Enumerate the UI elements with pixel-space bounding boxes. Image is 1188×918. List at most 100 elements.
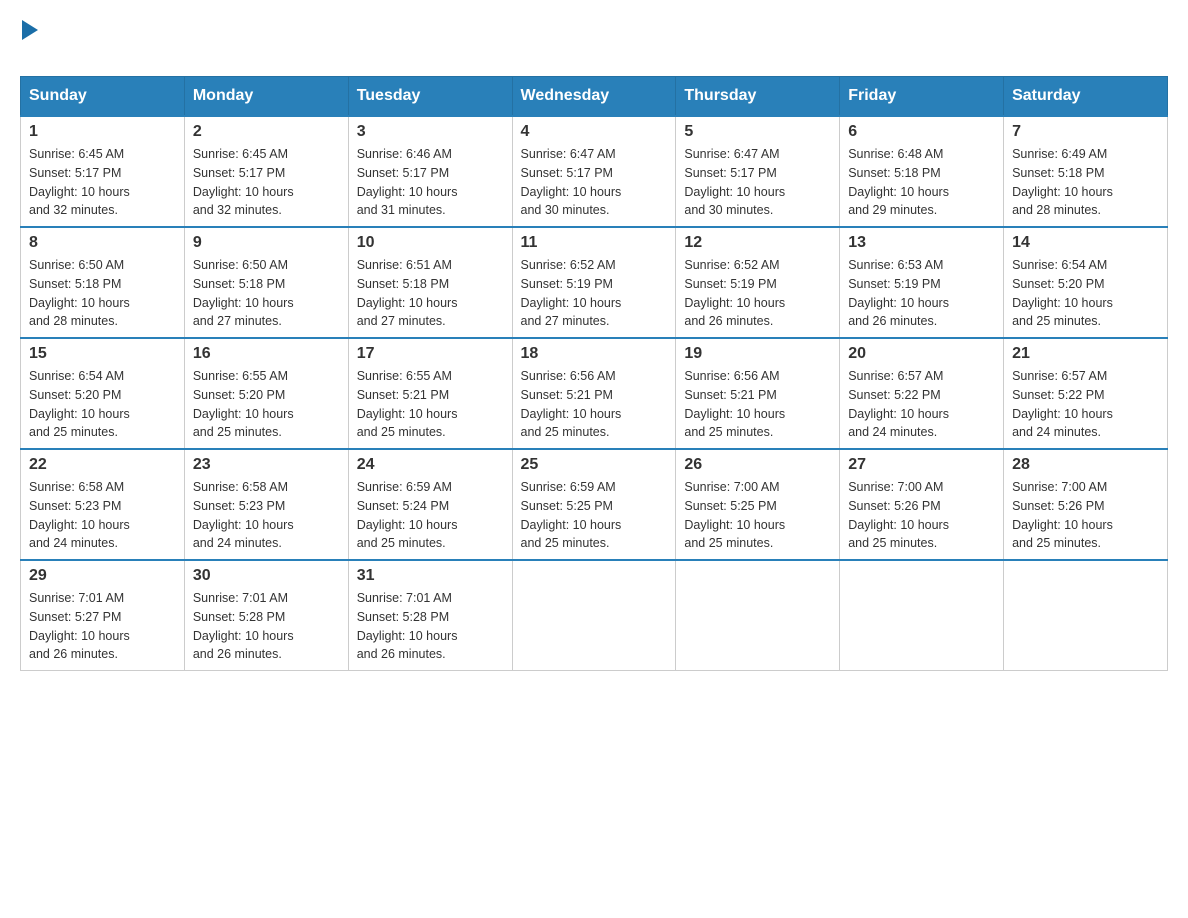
calendar-cell: 20 Sunrise: 6:57 AM Sunset: 5:22 PM Dayl…: [840, 338, 1004, 449]
day-info: Sunrise: 6:56 AM Sunset: 5:21 PM Dayligh…: [684, 367, 831, 442]
day-number: 6: [848, 123, 995, 141]
calendar-cell: [840, 560, 1004, 671]
calendar-cell: 25 Sunrise: 6:59 AM Sunset: 5:25 PM Dayl…: [512, 449, 676, 560]
day-number: 26: [684, 456, 831, 474]
day-info: Sunrise: 7:01 AM Sunset: 5:27 PM Dayligh…: [29, 589, 176, 664]
day-info: Sunrise: 6:45 AM Sunset: 5:17 PM Dayligh…: [29, 145, 176, 220]
calendar-cell: 11 Sunrise: 6:52 AM Sunset: 5:19 PM Dayl…: [512, 227, 676, 338]
calendar-table: SundayMondayTuesdayWednesdayThursdayFrid…: [20, 76, 1168, 671]
day-info: Sunrise: 6:52 AM Sunset: 5:19 PM Dayligh…: [684, 256, 831, 331]
calendar-cell: 1 Sunrise: 6:45 AM Sunset: 5:17 PM Dayli…: [21, 116, 185, 227]
column-header-saturday: Saturday: [1004, 77, 1168, 117]
calendar-week-row: 8 Sunrise: 6:50 AM Sunset: 5:18 PM Dayli…: [21, 227, 1168, 338]
day-info: Sunrise: 6:50 AM Sunset: 5:18 PM Dayligh…: [29, 256, 176, 331]
day-number: 21: [1012, 345, 1159, 363]
calendar-week-row: 15 Sunrise: 6:54 AM Sunset: 5:20 PM Dayl…: [21, 338, 1168, 449]
day-info: Sunrise: 6:45 AM Sunset: 5:17 PM Dayligh…: [193, 145, 340, 220]
calendar-cell: 19 Sunrise: 6:56 AM Sunset: 5:21 PM Dayl…: [676, 338, 840, 449]
calendar-cell: 4 Sunrise: 6:47 AM Sunset: 5:17 PM Dayli…: [512, 116, 676, 227]
day-number: 9: [193, 234, 340, 252]
calendar-week-row: 1 Sunrise: 6:45 AM Sunset: 5:17 PM Dayli…: [21, 116, 1168, 227]
day-info: Sunrise: 6:47 AM Sunset: 5:17 PM Dayligh…: [684, 145, 831, 220]
day-info: Sunrise: 6:54 AM Sunset: 5:20 PM Dayligh…: [1012, 256, 1159, 331]
column-header-monday: Monday: [184, 77, 348, 117]
day-number: 30: [193, 567, 340, 585]
day-info: Sunrise: 6:47 AM Sunset: 5:17 PM Dayligh…: [521, 145, 668, 220]
day-number: 22: [29, 456, 176, 474]
column-header-wednesday: Wednesday: [512, 77, 676, 117]
day-number: 27: [848, 456, 995, 474]
calendar-cell: 8 Sunrise: 6:50 AM Sunset: 5:18 PM Dayli…: [21, 227, 185, 338]
day-number: 19: [684, 345, 831, 363]
day-info: Sunrise: 6:48 AM Sunset: 5:18 PM Dayligh…: [848, 145, 995, 220]
day-number: 10: [357, 234, 504, 252]
calendar-cell: 27 Sunrise: 7:00 AM Sunset: 5:26 PM Dayl…: [840, 449, 1004, 560]
day-info: Sunrise: 7:00 AM Sunset: 5:25 PM Dayligh…: [684, 478, 831, 553]
calendar-cell: 12 Sunrise: 6:52 AM Sunset: 5:19 PM Dayl…: [676, 227, 840, 338]
calendar-cell: 15 Sunrise: 6:54 AM Sunset: 5:20 PM Dayl…: [21, 338, 185, 449]
calendar-cell: [512, 560, 676, 671]
day-number: 31: [357, 567, 504, 585]
calendar-cell: 16 Sunrise: 6:55 AM Sunset: 5:20 PM Dayl…: [184, 338, 348, 449]
column-header-tuesday: Tuesday: [348, 77, 512, 117]
day-info: Sunrise: 6:51 AM Sunset: 5:18 PM Dayligh…: [357, 256, 504, 331]
calendar-cell: [1004, 560, 1168, 671]
day-number: 12: [684, 234, 831, 252]
day-info: Sunrise: 6:55 AM Sunset: 5:20 PM Dayligh…: [193, 367, 340, 442]
calendar-cell: 18 Sunrise: 6:56 AM Sunset: 5:21 PM Dayl…: [512, 338, 676, 449]
day-number: 20: [848, 345, 995, 363]
calendar-cell: [676, 560, 840, 671]
calendar-cell: 14 Sunrise: 6:54 AM Sunset: 5:20 PM Dayl…: [1004, 227, 1168, 338]
calendar-cell: 9 Sunrise: 6:50 AM Sunset: 5:18 PM Dayli…: [184, 227, 348, 338]
day-number: 18: [521, 345, 668, 363]
day-number: 5: [684, 123, 831, 141]
day-number: 14: [1012, 234, 1159, 252]
calendar-cell: 17 Sunrise: 6:55 AM Sunset: 5:21 PM Dayl…: [348, 338, 512, 449]
day-info: Sunrise: 6:59 AM Sunset: 5:25 PM Dayligh…: [521, 478, 668, 553]
calendar-cell: 5 Sunrise: 6:47 AM Sunset: 5:17 PM Dayli…: [676, 116, 840, 227]
day-number: 15: [29, 345, 176, 363]
calendar-cell: 30 Sunrise: 7:01 AM Sunset: 5:28 PM Dayl…: [184, 560, 348, 671]
logo-triangle-icon: [22, 20, 38, 40]
calendar-cell: 21 Sunrise: 6:57 AM Sunset: 5:22 PM Dayl…: [1004, 338, 1168, 449]
column-header-friday: Friday: [840, 77, 1004, 117]
calendar-cell: 23 Sunrise: 6:58 AM Sunset: 5:23 PM Dayl…: [184, 449, 348, 560]
page-header: [20, 20, 1168, 56]
calendar-header-row: SundayMondayTuesdayWednesdayThursdayFrid…: [21, 77, 1168, 117]
day-number: 1: [29, 123, 176, 141]
day-number: 7: [1012, 123, 1159, 141]
day-info: Sunrise: 6:58 AM Sunset: 5:23 PM Dayligh…: [193, 478, 340, 553]
calendar-cell: 3 Sunrise: 6:46 AM Sunset: 5:17 PM Dayli…: [348, 116, 512, 227]
day-number: 16: [193, 345, 340, 363]
day-number: 17: [357, 345, 504, 363]
day-info: Sunrise: 7:01 AM Sunset: 5:28 PM Dayligh…: [193, 589, 340, 664]
day-info: Sunrise: 6:57 AM Sunset: 5:22 PM Dayligh…: [1012, 367, 1159, 442]
calendar-cell: 24 Sunrise: 6:59 AM Sunset: 5:24 PM Dayl…: [348, 449, 512, 560]
calendar-cell: 22 Sunrise: 6:58 AM Sunset: 5:23 PM Dayl…: [21, 449, 185, 560]
calendar-cell: 6 Sunrise: 6:48 AM Sunset: 5:18 PM Dayli…: [840, 116, 1004, 227]
day-number: 29: [29, 567, 176, 585]
calendar-cell: 28 Sunrise: 7:00 AM Sunset: 5:26 PM Dayl…: [1004, 449, 1168, 560]
day-info: Sunrise: 6:56 AM Sunset: 5:21 PM Dayligh…: [521, 367, 668, 442]
day-number: 25: [521, 456, 668, 474]
day-info: Sunrise: 6:46 AM Sunset: 5:17 PM Dayligh…: [357, 145, 504, 220]
day-info: Sunrise: 6:52 AM Sunset: 5:19 PM Dayligh…: [521, 256, 668, 331]
day-info: Sunrise: 6:53 AM Sunset: 5:19 PM Dayligh…: [848, 256, 995, 331]
column-header-sunday: Sunday: [21, 77, 185, 117]
day-number: 23: [193, 456, 340, 474]
day-number: 2: [193, 123, 340, 141]
day-info: Sunrise: 7:00 AM Sunset: 5:26 PM Dayligh…: [848, 478, 995, 553]
day-info: Sunrise: 6:59 AM Sunset: 5:24 PM Dayligh…: [357, 478, 504, 553]
calendar-cell: 10 Sunrise: 6:51 AM Sunset: 5:18 PM Dayl…: [348, 227, 512, 338]
day-info: Sunrise: 7:01 AM Sunset: 5:28 PM Dayligh…: [357, 589, 504, 664]
calendar-cell: 7 Sunrise: 6:49 AM Sunset: 5:18 PM Dayli…: [1004, 116, 1168, 227]
day-number: 8: [29, 234, 176, 252]
day-number: 4: [521, 123, 668, 141]
day-number: 13: [848, 234, 995, 252]
calendar-cell: 2 Sunrise: 6:45 AM Sunset: 5:17 PM Dayli…: [184, 116, 348, 227]
day-info: Sunrise: 6:50 AM Sunset: 5:18 PM Dayligh…: [193, 256, 340, 331]
day-info: Sunrise: 6:58 AM Sunset: 5:23 PM Dayligh…: [29, 478, 176, 553]
day-number: 11: [521, 234, 668, 252]
day-info: Sunrise: 6:54 AM Sunset: 5:20 PM Dayligh…: [29, 367, 176, 442]
calendar-cell: 31 Sunrise: 7:01 AM Sunset: 5:28 PM Dayl…: [348, 560, 512, 671]
